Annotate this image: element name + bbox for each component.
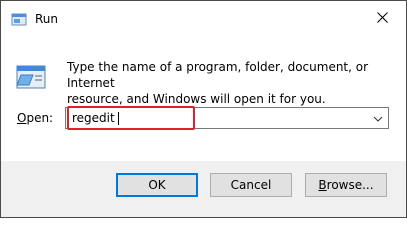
cancel-button[interactable]: Cancel xyxy=(210,173,292,197)
dialog-content: Type the name of a program, folder, docu… xyxy=(1,37,406,161)
dropdown-button[interactable] xyxy=(370,110,386,126)
button-bar: OK Cancel Browse... xyxy=(1,161,406,217)
browse-accelerator: B xyxy=(318,178,327,192)
browse-label: rowse... xyxy=(326,178,374,192)
close-button[interactable] xyxy=(364,5,400,33)
description-line-1: Type the name of a program, folder, docu… xyxy=(67,60,369,90)
ok-button[interactable]: OK xyxy=(116,173,198,197)
description-line-2: resource, and Windows will open it for y… xyxy=(67,92,326,106)
open-label: Open: xyxy=(17,111,53,125)
title-bar: Run xyxy=(1,1,406,37)
chevron-down-icon xyxy=(373,111,383,125)
close-icon xyxy=(376,12,388,26)
browse-button[interactable]: Browse... xyxy=(305,173,387,197)
highlight-box xyxy=(67,106,195,130)
run-dialog: Run Type the name of a program, folder, … xyxy=(0,0,407,218)
open-label-text: pen: xyxy=(26,111,54,125)
window-title: Run xyxy=(35,12,59,26)
description-text: Type the name of a program, folder, docu… xyxy=(67,59,387,107)
run-icon xyxy=(15,61,47,93)
run-icon xyxy=(11,12,27,26)
